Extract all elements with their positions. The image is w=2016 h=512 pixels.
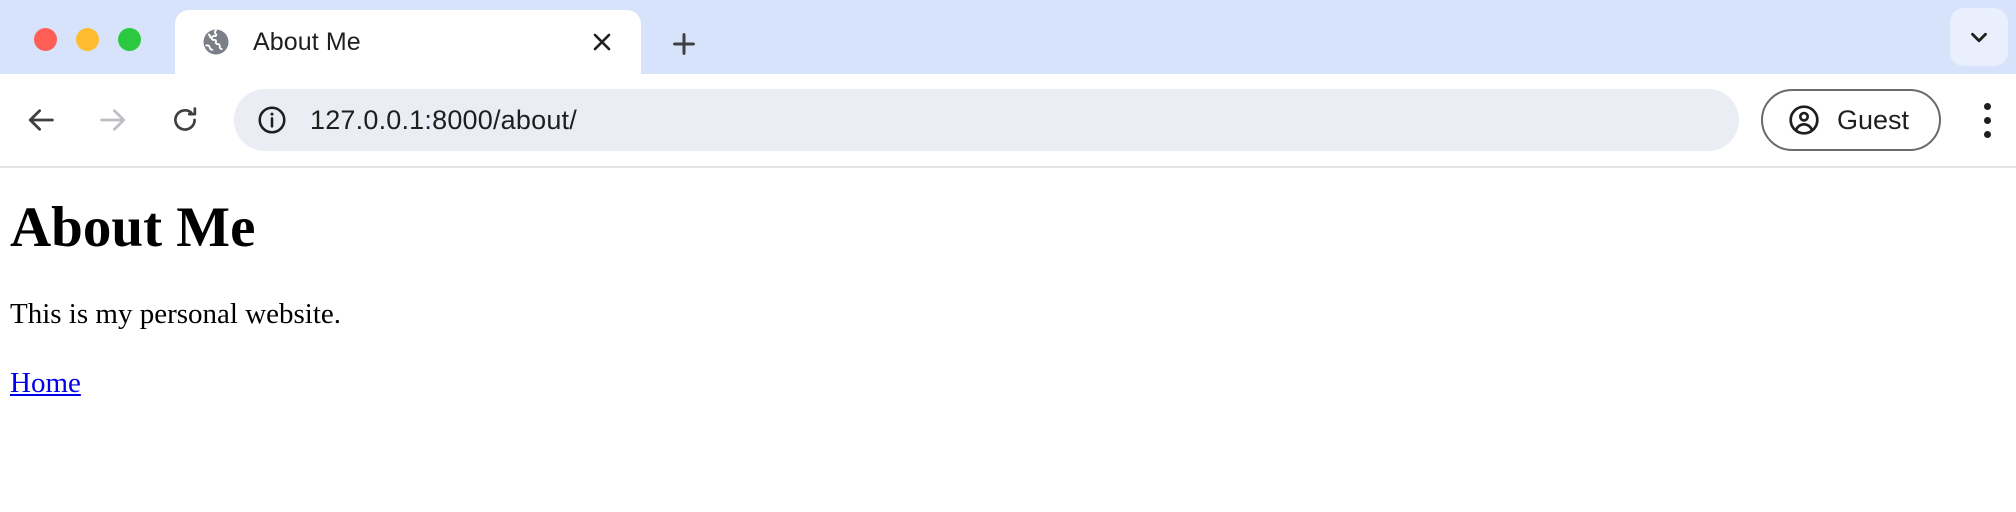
menu-dot [1983,102,1991,110]
page-content: About Me This is my personal website. Ho… [0,196,2016,512]
tab-close-button[interactable] [585,25,619,59]
forward-button [86,93,140,147]
window-minimize-button[interactable] [76,28,99,51]
page-paragraph: This is my personal website. [10,297,342,330]
page-title: About Me [10,196,256,259]
browser-tab-about-me[interactable]: About Me [175,10,641,74]
reload-button[interactable] [158,93,212,147]
profile-label: Guest [1837,104,1910,135]
window-controls [34,28,141,51]
account-circle-icon [1787,103,1821,137]
tab-search-chevron-down-icon[interactable] [1950,8,2008,66]
address-bar[interactable]: 127.0.0.1:8000/about/ [234,89,1739,151]
menu-dot [1983,116,1991,124]
window-maximize-button[interactable] [118,28,141,51]
new-tab-button[interactable] [662,22,706,66]
profile-button[interactable]: Guest [1761,89,1942,151]
tab-title: About Me [253,27,361,56]
url-text[interactable]: 127.0.0.1:8000/about/ [310,105,577,136]
info-circle-icon[interactable] [256,104,288,136]
three-dot-menu-icon[interactable] [1961,92,2013,148]
home-link[interactable]: Home [10,367,81,399]
tab-strip: About Me [0,0,2016,74]
page-link-paragraph: Home [10,367,2006,400]
browser-toolbar: 127.0.0.1:8000/about/ Guest [0,74,2016,168]
window-close-button[interactable] [34,28,57,51]
menu-dot [1983,130,1991,138]
globe-icon [201,27,231,57]
back-button[interactable] [14,93,68,147]
